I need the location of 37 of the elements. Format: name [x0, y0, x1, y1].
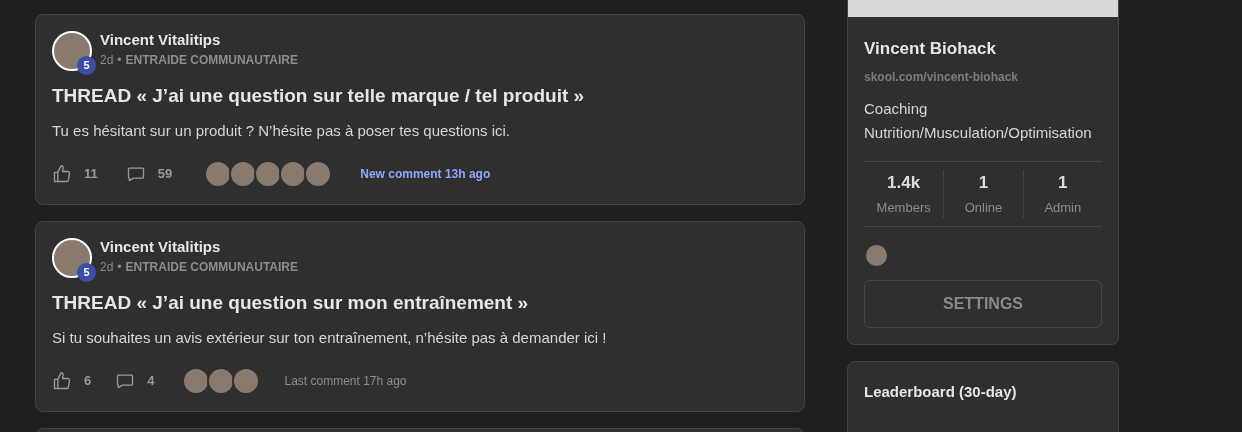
like-count: 6 [84, 372, 92, 391]
thumbs-up-icon[interactable] [52, 371, 72, 391]
stat-label: Online [964, 199, 1003, 217]
comment-count: 4 [147, 372, 155, 391]
activity-status: Last comment 17h ago [284, 373, 407, 390]
stat-value: 1 [978, 171, 989, 194]
settings-button[interactable]: SETTINGS [864, 279, 1102, 328]
leaderboard-title: Leaderboard (30-day) [864, 382, 1017, 400]
category-label[interactable]: ENTRAIDE COMMUNAUTAIRE [125, 52, 298, 68]
post-title[interactable]: THREAD « J’ai une question sur mon entraînement » [52, 289, 788, 318]
thumbs-up-icon[interactable] [52, 164, 72, 184]
stat-value: 1.4k [887, 171, 921, 194]
category-label[interactable]: ENTRAIDE COMMUNAUTAIRE [125, 259, 298, 275]
activity-status: New comment 13h ago [360, 166, 491, 183]
stat-label: Admin [1044, 199, 1082, 217]
post-body: Si tu souhaites un avis extérieur sur ton entraînement, n’hésite pas à demander ici ! [52, 327, 608, 348]
like-count: 11 [84, 165, 98, 184]
author-name[interactable]: Vincent Vitalitips [100, 31, 298, 50]
author-avatar-placeholder[interactable] [52, 238, 92, 278]
post-card[interactable] [35, 221, 805, 412]
comment-count: 59 [157, 165, 173, 184]
level-badge: 5 [77, 263, 96, 282]
avatar-placeholder [864, 242, 889, 268]
separator-dot: • [117, 52, 122, 68]
stat-label: Members [876, 199, 931, 217]
post-body: Tu es hésitant sur un produit ? N’hésite pas à poser tes questions ici. [52, 120, 512, 141]
group-description: Coaching Nutrition/Musculation/Optimisation [864, 98, 1093, 143]
author-name[interactable]: Vincent Vitalitips [100, 238, 298, 257]
post-age: 2d [100, 259, 114, 275]
group-name[interactable]: Vincent Biohack [864, 36, 1102, 62]
level-badge: 5 [77, 56, 96, 75]
author-avatar-placeholder[interactable] [52, 31, 92, 71]
post-card[interactable] [35, 14, 805, 205]
stat-value: 1 [1058, 171, 1068, 194]
separator-dot: • [117, 259, 122, 275]
post-title[interactable]: THREAD « J’ai une question sur telle marque / tel produit » [52, 82, 788, 111]
post-age: 2d [100, 52, 114, 68]
